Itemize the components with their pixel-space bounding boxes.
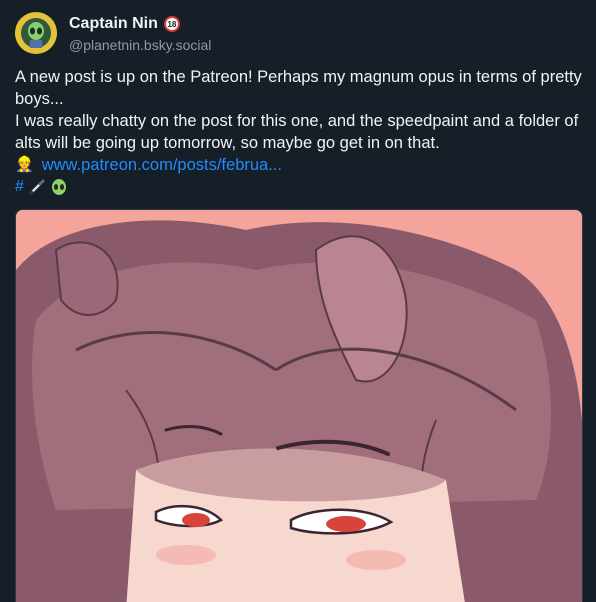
patreon-link[interactable]: www.patreon.com/posts/februa... xyxy=(42,154,282,176)
post-line-1: A new post is up on the Patreon! Perhaps… xyxy=(15,68,582,108)
author-names: Captain Nin 18 @planetnin.bsky.social xyxy=(69,13,211,53)
post-text: A new post is up on the Patreon! Perhaps… xyxy=(15,66,585,198)
avatar[interactable] xyxy=(15,12,57,54)
age-badge: 18 xyxy=(163,16,180,32)
alien-icon xyxy=(51,179,66,195)
post-line-2: I was really chatty on the post for this… xyxy=(15,112,579,152)
name-row: Captain Nin 18 xyxy=(69,13,211,35)
paintbrush-icon xyxy=(29,179,45,195)
tag-line: # xyxy=(15,176,585,198)
post-header: Captain Nin 18 @planetnin.bsky.social xyxy=(15,12,211,54)
illustration-image xyxy=(16,210,582,602)
post-card[interactable]: Captain Nin 18 @planetnin.bsky.social A … xyxy=(0,0,596,602)
post-image[interactable] xyxy=(15,209,583,602)
hashtag[interactable]: # xyxy=(15,176,24,198)
display-name[interactable]: Captain Nin xyxy=(69,15,158,33)
author-handle[interactable]: @planetnin.bsky.social xyxy=(69,37,211,53)
alien-avatar-icon xyxy=(15,12,57,54)
link-line: 👷 www.patreon.com/posts/februa... xyxy=(15,154,585,176)
construction-worker-icon: 👷 xyxy=(15,156,34,173)
